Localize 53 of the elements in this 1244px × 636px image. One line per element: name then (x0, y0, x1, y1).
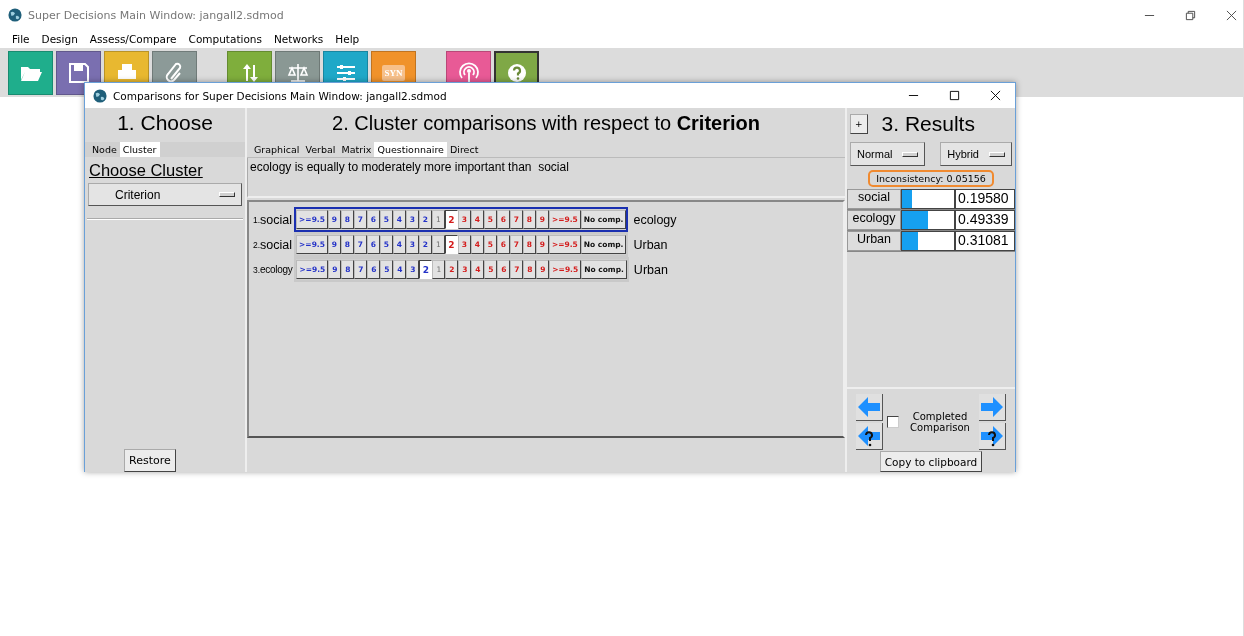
right-cluster-name: Urban (633, 262, 668, 277)
row-number: 2. (253, 239, 261, 250)
result-name: Urban (847, 231, 901, 251)
scale-button[interactable]: 2 (419, 260, 433, 279)
section-heading: 3. Results (881, 111, 975, 137)
choose-cluster-label: Choose Cluster (88, 160, 204, 180)
row-number: 1. (253, 214, 261, 225)
close-icon[interactable] (1226, 9, 1237, 21)
menu-item[interactable]: Design (41, 32, 78, 45)
tab[interactable]: Graphical (251, 142, 303, 157)
tab[interactable]: Direct (446, 142, 482, 157)
right-cluster-name: Urban (633, 237, 668, 252)
result-value: 0.49339 (955, 210, 1015, 230)
tab[interactable]: Questionnaire (374, 142, 447, 157)
menu-item[interactable]: File (12, 32, 30, 45)
left-cluster-name: ecology (260, 264, 293, 275)
right-arrow-question-icon[interactable] (979, 422, 1006, 450)
result-name: social (847, 189, 901, 209)
expand-button[interactable]: + (850, 114, 868, 134)
left-arrow-question-icon[interactable] (856, 422, 883, 450)
menu-item[interactable]: Networks (274, 32, 324, 45)
restore-button[interactable]: Restore (124, 449, 176, 472)
section-heading: 2. Cluster comparisons with respect to Criterion (331, 111, 761, 136)
window-title: Super Decisions Main Window: jangall2.sdmod (28, 8, 284, 22)
menu-item[interactable]: Assess/Compare (89, 32, 177, 45)
left-cluster-name: social (260, 237, 293, 252)
completed-comparison-label: Completed Comparison (909, 410, 971, 433)
menu-item[interactable]: Help (335, 32, 360, 45)
globe-icon (8, 8, 22, 22)
menu-item[interactable]: Computations (188, 32, 262, 45)
maximize-icon[interactable] (949, 90, 960, 101)
close-icon[interactable] (990, 90, 1001, 101)
right-cluster-name: ecology (633, 212, 677, 227)
tab[interactable]: Cluster (119, 142, 160, 157)
tab[interactable]: Verbal (302, 142, 339, 157)
statement-text: ecology is equally to moderately more important than social (247, 158, 845, 198)
mode-dropdown[interactable]: Hybrid (940, 142, 1012, 166)
mode-dropdown[interactable]: Normal (850, 142, 926, 166)
restore-icon[interactable] (1185, 9, 1196, 21)
copy-button[interactable]: Copy to clipboard (879, 451, 983, 472)
result-name: ecology (847, 210, 901, 230)
syn-label: SYN (382, 64, 405, 81)
left-cluster-name: social (260, 212, 293, 227)
inconsistency-label: Inconsistency: 0.05156 (868, 170, 994, 187)
result-value: 0.31081 (955, 231, 1015, 251)
globe-icon (93, 88, 107, 103)
section-heading: 1. Choose (116, 110, 214, 136)
cluster-dropdown[interactable]: Criterion (88, 183, 242, 206)
tab[interactable]: Node (89, 142, 120, 157)
result-value: 0.19580 (955, 189, 1015, 209)
checkbox[interactable] (887, 415, 899, 428)
tab[interactable]: Matrix (338, 142, 375, 157)
row-number: 3. (253, 264, 261, 275)
